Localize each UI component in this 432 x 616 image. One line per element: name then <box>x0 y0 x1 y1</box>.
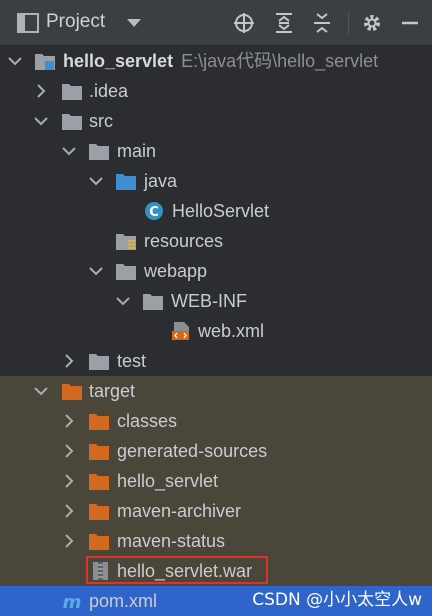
tree-item-label: WEB-INF <box>171 291 247 311</box>
chevron-right-icon[interactable] <box>33 83 49 99</box>
project-view-icon <box>17 13 39 33</box>
chevron-down-icon[interactable] <box>88 263 104 279</box>
module-folder-icon <box>35 54 55 70</box>
excluded-folder-icon <box>89 474 109 490</box>
chevron-down-icon[interactable] <box>33 383 49 399</box>
chevron-down-icon[interactable] <box>88 173 104 189</box>
svg-text:C: C <box>149 205 159 220</box>
folder-icon <box>116 264 136 280</box>
chevron-right-icon[interactable] <box>61 353 77 369</box>
chevron-down-icon[interactable] <box>61 143 77 159</box>
tree-item-webapp[interactable]: webapp <box>0 256 432 286</box>
folder-icon <box>89 144 109 160</box>
collapse-all-icon[interactable] <box>311 12 333 34</box>
tree-item-label: test <box>117 351 147 371</box>
folder-icon <box>89 354 109 370</box>
chevron-right-icon[interactable] <box>61 443 77 459</box>
maven-icon: m <box>63 592 82 611</box>
folder-icon <box>143 294 163 310</box>
tree-item-maven-status[interactable]: maven-status <box>0 526 432 556</box>
chevron-down-icon[interactable] <box>33 113 49 129</box>
tree-item-java[interactable]: java <box>0 166 432 196</box>
tree-item-web-xml[interactable]: web.xml <box>0 316 432 346</box>
tree-item-label: webapp <box>144 261 208 281</box>
tree-item-label: maven-status <box>117 531 226 551</box>
tree-item-resources[interactable]: resources <box>0 226 432 256</box>
chevron-right-icon[interactable] <box>61 473 77 489</box>
tree-item-label: HelloServlet <box>172 201 270 221</box>
chevron-down-icon[interactable] <box>7 53 23 69</box>
locate-crosshair-icon[interactable] <box>233 12 255 34</box>
excluded-folder-icon <box>62 384 82 400</box>
tree-item-label: pom.xml <box>89 591 158 611</box>
watermark: CSDN @小小太空人w <box>252 590 422 610</box>
excluded-folder-icon <box>89 534 109 550</box>
tree-item-target-hello-servlet[interactable]: hello_servlet <box>0 466 432 496</box>
tree-item-label: src <box>89 111 113 131</box>
tree-item-idea[interactable]: .idea <box>0 76 432 106</box>
java-class-icon: C <box>145 202 163 220</box>
tree-item-label: web.xml <box>198 321 265 341</box>
chevron-right-icon[interactable] <box>61 503 77 519</box>
tree-item-label: classes <box>117 411 178 431</box>
tree-item-label: main <box>117 141 157 161</box>
tree-item-hello-servlet-root[interactable]: hello_servlet E:\java代码\hello_servlet <box>0 46 432 76</box>
toolbar-separator <box>348 12 349 34</box>
chevron-right-icon[interactable] <box>61 533 77 549</box>
tree-item-web-inf[interactable]: WEB-INF <box>0 286 432 316</box>
tool-window-header: Project <box>0 0 432 46</box>
excluded-folder-icon <box>89 414 109 430</box>
excluded-folder-icon <box>89 504 109 520</box>
chevron-right-icon[interactable] <box>61 413 77 429</box>
tree-item-test[interactable]: test <box>0 346 432 376</box>
tree-item-label: hello_servlet <box>117 471 219 491</box>
gear-icon[interactable] <box>361 12 383 34</box>
tree-item-label: resources <box>144 231 224 251</box>
tree-item-maven-archiver[interactable]: maven-archiver <box>0 496 432 526</box>
tree-item-label: generated-sources <box>117 441 268 461</box>
tree-item-target[interactable]: target <box>0 376 432 406</box>
minimize-icon[interactable] <box>399 12 421 34</box>
tree-item-label: maven-archiver <box>117 501 242 521</box>
resources-folder-icon <box>116 234 136 250</box>
xml-file-icon <box>172 322 189 340</box>
tree-item-label: java <box>144 171 178 191</box>
tree-item-label: target <box>89 381 136 401</box>
tool-window-title[interactable]: Project <box>46 11 105 33</box>
chevron-down-icon[interactable] <box>127 19 141 27</box>
svg-text:m: m <box>63 592 82 611</box>
tree-item-main[interactable]: main <box>0 136 432 166</box>
chevron-down-icon[interactable] <box>115 293 131 309</box>
tree-item-helloservlet[interactable]: C HelloServlet <box>0 196 432 226</box>
tree-item-generated-sources[interactable]: generated-sources <box>0 436 432 466</box>
tree-item-label: hello_servlet E:\java代码\hello_servlet <box>63 51 379 71</box>
module-path: E:\java代码\hello_servlet <box>181 51 379 71</box>
excluded-folder-icon <box>89 444 109 460</box>
highlight-box <box>86 556 268 584</box>
expand-all-icon[interactable] <box>273 12 295 34</box>
folder-icon <box>62 84 82 100</box>
source-folder-icon <box>116 174 136 190</box>
folder-icon <box>62 114 82 130</box>
tree-item-label: .idea <box>89 81 129 101</box>
tree-item-classes[interactable]: classes <box>0 406 432 436</box>
tree-item-src[interactable]: src <box>0 106 432 136</box>
